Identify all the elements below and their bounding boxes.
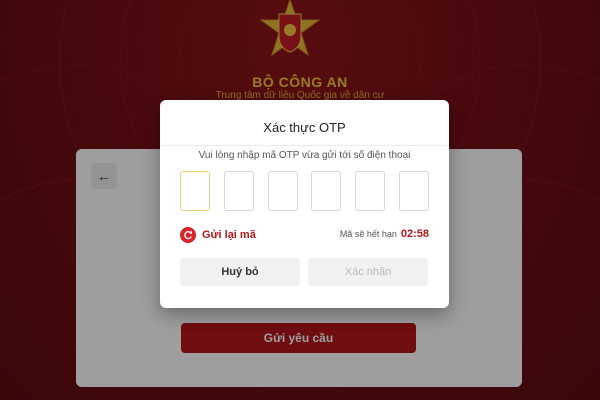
otp-digit-3[interactable]	[268, 171, 298, 211]
modal-divider	[160, 145, 449, 146]
otp-modal: Xác thực OTP Vui lòng nhập mã OTP vừa gử…	[160, 100, 449, 308]
cancel-button[interactable]: Huỷ bỏ	[180, 258, 300, 286]
otp-expiry: Mã sẽ hết hạn 02:58	[340, 228, 429, 240]
otp-digit-1[interactable]	[180, 171, 210, 211]
expiry-label: Mã sẽ hết hạn	[339, 229, 397, 239]
otp-digit-2[interactable]	[224, 171, 254, 211]
confirm-button[interactable]: Xác nhận	[308, 258, 428, 286]
otp-digit-6[interactable]	[399, 171, 429, 211]
modal-title: Xác thực OTP	[263, 120, 346, 135]
resend-code-link[interactable]: Gửi lại mã	[180, 226, 256, 244]
resend-label: Gửi lại mã	[202, 229, 256, 241]
otp-digit-5[interactable]	[355, 171, 385, 211]
expiry-countdown: 02:58	[400, 228, 429, 240]
otp-input-row	[180, 171, 429, 211]
refresh-icon	[180, 227, 196, 243]
modal-description: Vui lòng nhập mã OTP vừa gửi tới số điện…	[198, 150, 411, 161]
otp-digit-4[interactable]	[311, 171, 341, 211]
